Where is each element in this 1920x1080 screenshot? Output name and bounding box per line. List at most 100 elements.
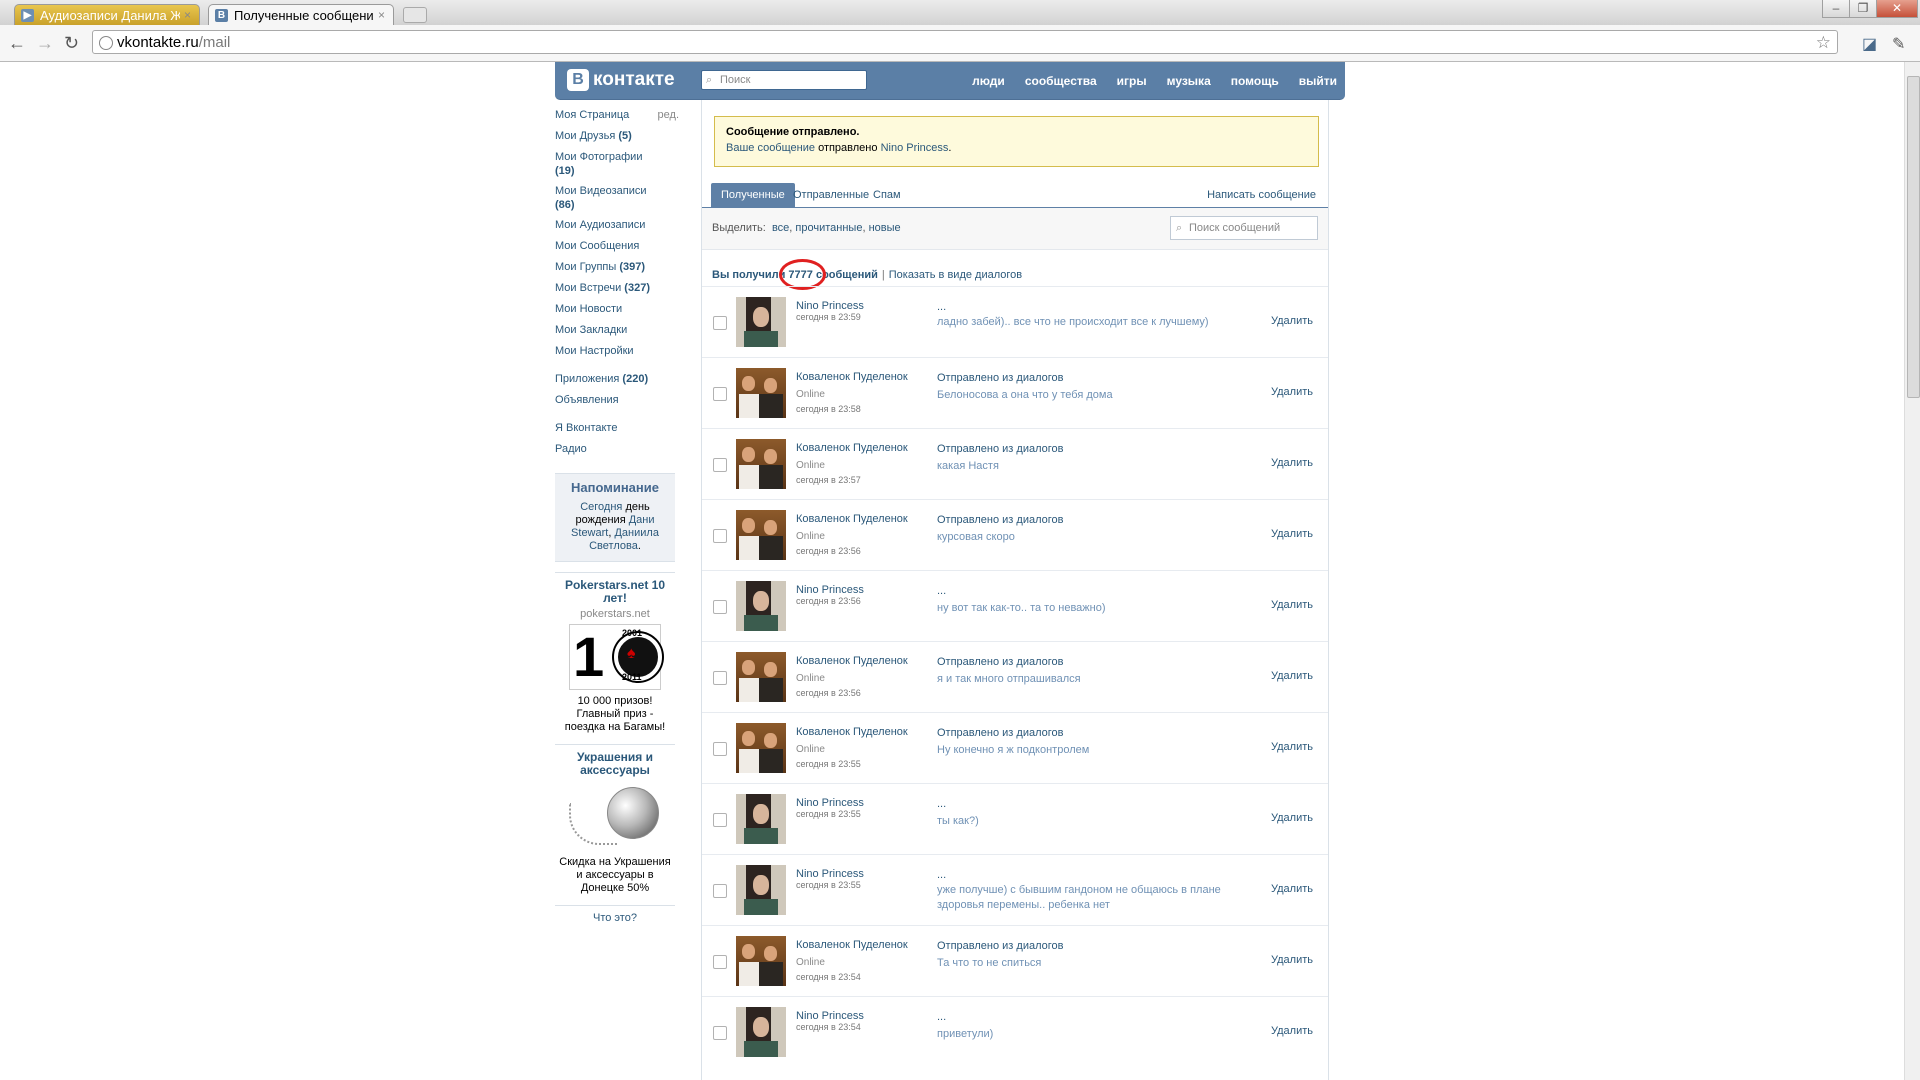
- delete-message-link[interactable]: Удалить: [1271, 457, 1313, 469]
- message-checkbox[interactable]: [713, 1026, 727, 1040]
- sidebar-item-events[interactable]: Мои Встречи (327): [555, 281, 681, 302]
- message-checkbox[interactable]: [713, 529, 727, 543]
- message-row[interactable]: Коваленок Пуделенок Online сегодня в 23:56…: [702, 499, 1328, 570]
- message-row[interactable]: Коваленок Пуделенок Online сегодня в 23:57…: [702, 428, 1328, 499]
- message-row[interactable]: Nino Princess сегодня в 23:55... уже получ…: [702, 854, 1328, 925]
- avatar[interactable]: [736, 865, 786, 915]
- message-checkbox[interactable]: [713, 955, 727, 969]
- reminder-today-link[interactable]: Сегодня: [580, 501, 622, 513]
- message-row[interactable]: Коваленок Пуделенок Online сегодня в 23:58…: [702, 357, 1328, 428]
- avatar[interactable]: [736, 297, 786, 347]
- message-preview[interactable]: Белоносова а она что у тебя дома: [937, 388, 1237, 403]
- sender-name-link[interactable]: Nino Princess: [796, 584, 864, 596]
- nav-help[interactable]: помощь: [1231, 74, 1279, 88]
- header-search-input[interactable]: ⌕ Поиск: [701, 70, 867, 90]
- delete-message-link[interactable]: Удалить: [1271, 599, 1313, 611]
- avatar[interactable]: [736, 723, 786, 773]
- page-scrollbar[interactable]: [1904, 62, 1920, 1080]
- what-is-this-link[interactable]: Что это?: [555, 905, 675, 924]
- vk-logo[interactable]: B контакте: [567, 69, 675, 91]
- avatar[interactable]: [736, 439, 786, 489]
- message-title[interactable]: ...: [937, 798, 946, 810]
- message-row[interactable]: Nino Princess сегодня в 23:55... ты как?) У…: [702, 783, 1328, 854]
- message-row[interactable]: Nino Princess сегодня в 23:56... ну вот та…: [702, 570, 1328, 641]
- sender-name-link[interactable]: Nino Princess: [796, 1010, 864, 1022]
- sidebar-item-bookmarks[interactable]: Мои Закладки: [555, 323, 681, 344]
- page-info-icon[interactable]: [99, 36, 113, 50]
- reload-icon[interactable]: ↻: [64, 33, 79, 54]
- nav-games[interactable]: игры: [1117, 74, 1147, 88]
- message-preview[interactable]: ладно забей).. все что не происходит все…: [937, 315, 1237, 330]
- back-arrow-icon[interactable]: ←: [8, 33, 26, 54]
- message-title[interactable]: Отправлено из диалогов: [937, 940, 1063, 952]
- avatar[interactable]: [736, 794, 786, 844]
- message-row[interactable]: Коваленок Пуделенок Online сегодня в 23:56…: [702, 641, 1328, 712]
- message-checkbox[interactable]: [713, 884, 727, 898]
- nav-communities[interactable]: сообщества: [1025, 74, 1097, 88]
- delete-message-link[interactable]: Удалить: [1271, 315, 1313, 327]
- message-checkbox[interactable]: [713, 387, 727, 401]
- message-title[interactable]: ...: [937, 585, 946, 597]
- forward-arrow-icon[interactable]: →: [36, 33, 54, 54]
- message-search-input[interactable]: ⌕ Поиск сообщений: [1170, 216, 1318, 240]
- sender-name-link[interactable]: Коваленок Пуделенок: [796, 371, 908, 383]
- sidebar-item-friends[interactable]: Мои Друзья (5): [555, 129, 681, 150]
- sidebar-item-audio[interactable]: Мои Аудиозаписи: [555, 218, 681, 239]
- sender-name-link[interactable]: Коваленок Пуделенок: [796, 655, 908, 667]
- minimize-window-icon[interactable]: –: [1822, 0, 1850, 18]
- sidebar-item-groups[interactable]: Мои Группы (397): [555, 260, 681, 281]
- message-row[interactable]: Коваленок Пуделенок Online сегодня в 23:55…: [702, 712, 1328, 783]
- write-message-link[interactable]: Написать сообщение: [1207, 183, 1316, 207]
- bookmark-star-icon[interactable]: ☆: [1816, 31, 1831, 55]
- extension-icon[interactable]: ◪: [1862, 34, 1877, 54]
- sidebar-item-apps[interactable]: Приложения (220): [555, 372, 681, 393]
- sender-name-link[interactable]: Коваленок Пуделенок: [796, 442, 908, 454]
- ad-title[interactable]: Pokerstars.net 10 лет!: [555, 579, 675, 605]
- message-checkbox[interactable]: [713, 316, 727, 330]
- sender-name-link[interactable]: Коваленок Пуделенок: [796, 513, 908, 525]
- message-preview[interactable]: Ну конечно я ж подконтролем: [937, 743, 1237, 758]
- message-title[interactable]: Отправлено из диалогов: [937, 514, 1063, 526]
- message-preview[interactable]: ну вот так как-то.. та то неважно): [937, 601, 1237, 616]
- avatar[interactable]: [736, 1007, 786, 1057]
- message-title[interactable]: ...: [937, 301, 946, 313]
- delete-message-link[interactable]: Удалить: [1271, 1025, 1313, 1037]
- sidebar-item-radio[interactable]: Радио: [555, 442, 681, 463]
- show-as-dialogs-link[interactable]: Показать в виде диалогов: [889, 269, 1022, 281]
- message-checkbox[interactable]: [713, 458, 727, 472]
- sender-name-link[interactable]: Nino Princess: [796, 300, 864, 312]
- avatar[interactable]: [736, 368, 786, 418]
- sidebar-item-my-page[interactable]: Моя Страница ред.: [555, 108, 681, 129]
- sidebar-item-videos[interactable]: Мои Видеозаписи (86): [555, 184, 681, 218]
- nav-logout[interactable]: выйти: [1299, 74, 1337, 88]
- message-title[interactable]: Отправлено из диалогов: [937, 727, 1063, 739]
- restore-window-icon[interactable]: ❐: [1849, 0, 1877, 18]
- sidebar-item-news[interactable]: Мои Новости: [555, 302, 681, 323]
- message-row[interactable]: Nino Princess сегодня в 23:59... ладно заб…: [702, 286, 1328, 357]
- delete-message-link[interactable]: Удалить: [1271, 528, 1313, 540]
- tab-spam[interactable]: Спам: [863, 183, 911, 207]
- message-title[interactable]: Отправлено из диалогов: [937, 443, 1063, 455]
- message-checkbox[interactable]: [713, 671, 727, 685]
- notice-recipient-link[interactable]: Nino Princess: [881, 142, 949, 154]
- sidebar-item-photos[interactable]: Мои Фотографии (19): [555, 150, 681, 184]
- message-preview[interactable]: какая Настя: [937, 459, 1237, 474]
- sidebar-item-i-vkontakte[interactable]: Я Вконтакте: [555, 421, 681, 442]
- ad-title[interactable]: Украшения и аксессуары: [555, 751, 675, 777]
- sender-name-link[interactable]: Nino Princess: [796, 868, 864, 880]
- sidebar-item-ads[interactable]: Объявления: [555, 393, 681, 414]
- close-window-icon[interactable]: ✕: [1876, 0, 1918, 18]
- tab-close-icon[interactable]: ×: [378, 8, 385, 22]
- avatar[interactable]: [736, 936, 786, 986]
- browser-tab-audio[interactable]: ▶ Аудиозаписи Данила Жив ×: [14, 4, 200, 25]
- message-title[interactable]: ...: [937, 869, 946, 881]
- delete-message-link[interactable]: Удалить: [1271, 670, 1313, 682]
- sidebar-item-messages[interactable]: Мои Сообщения: [555, 239, 681, 260]
- ad-image[interactable]: [569, 783, 661, 851]
- nav-people[interactable]: люди: [972, 74, 1005, 88]
- tab-close-icon[interactable]: ×: [184, 8, 191, 22]
- delete-message-link[interactable]: Удалить: [1271, 954, 1313, 966]
- sender-name-link[interactable]: Nino Princess: [796, 797, 864, 809]
- delete-message-link[interactable]: Удалить: [1271, 812, 1313, 824]
- message-title[interactable]: Отправлено из диалогов: [937, 372, 1063, 384]
